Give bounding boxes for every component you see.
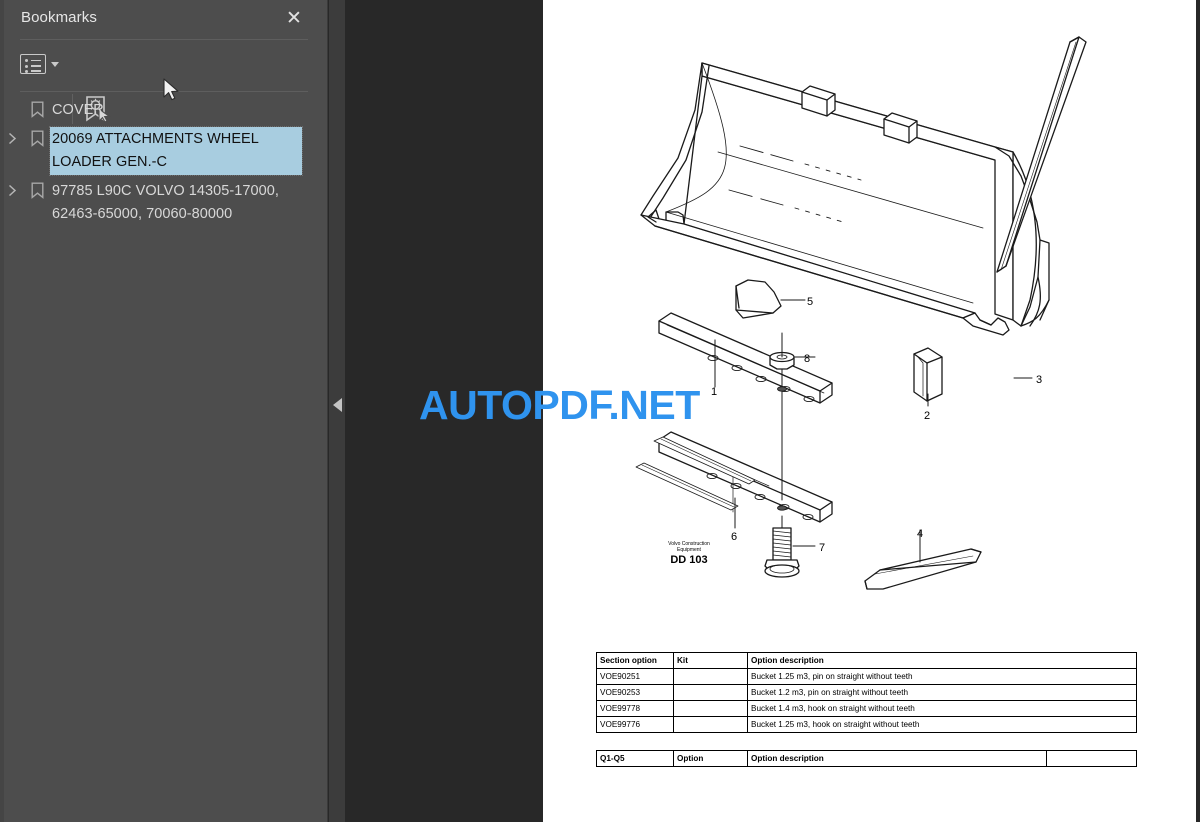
th-option-description: Option description xyxy=(747,750,1047,767)
chevron-down-icon xyxy=(51,61,59,67)
bookmarks-tree: COVER 20069 ATTACHMENTS WHEEL LOADER GEN… xyxy=(0,96,328,229)
bookmark-icon xyxy=(24,98,50,118)
bookmark-item-cover[interactable]: COVER xyxy=(0,96,328,125)
th-kit: Kit xyxy=(673,652,748,669)
cell-section-option: VOE90253 xyxy=(596,684,674,701)
title-block-line3: DD 103 xyxy=(670,554,707,566)
collapse-left-arrow-icon[interactable] xyxy=(333,398,342,412)
twisty-spacer xyxy=(0,98,24,103)
cell-description: Bucket 1.2 m3, pin on straight without t… xyxy=(747,684,1137,701)
callout-2: 2 xyxy=(924,410,930,422)
cell-kit xyxy=(673,684,748,701)
cell-kit xyxy=(673,668,748,685)
cell-description: Bucket 1.25 m3, pin on straight without … xyxy=(747,668,1137,685)
panel-title: Bookmarks xyxy=(21,9,97,26)
table-row: VOE90253 Bucket 1.2 m3, pin on straight … xyxy=(596,684,1137,701)
bookmark-label: 20069 ATTACHMENTS WHEEL LOADER GEN.-C xyxy=(49,126,303,176)
callout-5: 5 xyxy=(807,296,813,308)
bookmark-item-attachments[interactable]: 20069 ATTACHMENTS WHEEL LOADER GEN.-C xyxy=(0,125,328,177)
callout-3: 3 xyxy=(1036,374,1042,386)
watermark: AUTOPDF.NET xyxy=(419,382,700,428)
bookmark-icon xyxy=(24,127,50,147)
callout-4: 4 xyxy=(917,528,923,540)
th-option-description: Option description xyxy=(747,652,1137,669)
title-block: Volvo Construction Equipment DD 103 xyxy=(668,541,710,566)
cell-kit xyxy=(673,700,748,717)
callout-6: 6 xyxy=(731,531,737,543)
bookmark-icon xyxy=(24,179,50,199)
bookmark-label: 97785 L90C VOLVO 14305-17000, 62463-6500… xyxy=(52,183,279,222)
expand-chevron-icon[interactable] xyxy=(0,127,24,145)
section-option-table: Section option Kit Option description VO… xyxy=(596,652,1137,733)
list-options-icon[interactable] xyxy=(20,50,64,78)
th-blank xyxy=(1046,750,1137,767)
callout-8: 8 xyxy=(804,353,810,365)
panel-divider[interactable] xyxy=(329,0,345,822)
list-icon-glyph xyxy=(20,54,46,74)
table-header-row: Section option Kit Option description xyxy=(596,652,1137,669)
callout-1: 1 xyxy=(711,386,717,398)
th-q-range: Q1-Q5 xyxy=(596,750,674,767)
cell-description: Bucket 1.25 m3, hook on straight without… xyxy=(747,716,1137,733)
bookmark-label: COVER xyxy=(52,102,104,118)
callout-7: 7 xyxy=(819,542,825,554)
th-option: Option xyxy=(673,750,748,767)
table-header-row: Q1-Q5 Option Option description xyxy=(596,750,1137,767)
table-row: VOE99778 Bucket 1.4 m3, hook on straight… xyxy=(596,700,1137,717)
expand-chevron-icon[interactable] xyxy=(0,179,24,197)
bookmarks-panel: Bookmarks ✕ COVER 20069 ATTACHMENTS WHEE… xyxy=(0,0,328,822)
bookmark-item-l90c[interactable]: 97785 L90C VOLVO 14305-17000, 62463-6500… xyxy=(0,177,328,229)
title-block-line2: Equipment xyxy=(677,547,702,553)
callout-numbers: 1 2 3 4 5 6 7 8 xyxy=(711,296,1042,554)
header-divider xyxy=(20,39,308,40)
cell-section-option: VOE90251 xyxy=(596,668,674,685)
cell-section-option: VOE99778 xyxy=(596,700,674,717)
cell-kit xyxy=(673,716,748,733)
cell-section-option: VOE99776 xyxy=(596,716,674,733)
cell-description: Bucket 1.4 m3, hook on straight without … xyxy=(747,700,1137,717)
th-section-option: Section option xyxy=(596,652,674,669)
bookmarks-toolbar xyxy=(0,44,328,124)
toolbar-divider xyxy=(20,91,308,92)
q-option-table: Q1-Q5 Option Option description xyxy=(596,750,1137,767)
table-row: VOE90251 Bucket 1.25 m3, pin on straight… xyxy=(596,668,1137,685)
close-icon[interactable]: ✕ xyxy=(282,6,306,30)
panel-header: Bookmarks ✕ xyxy=(0,0,328,38)
table-row: VOE99776 Bucket 1.25 m3, hook on straigh… xyxy=(596,716,1137,733)
pdf-viewer-window: 1 2 3 4 5 6 7 8 Volvo Construction Equip… xyxy=(0,0,1200,822)
